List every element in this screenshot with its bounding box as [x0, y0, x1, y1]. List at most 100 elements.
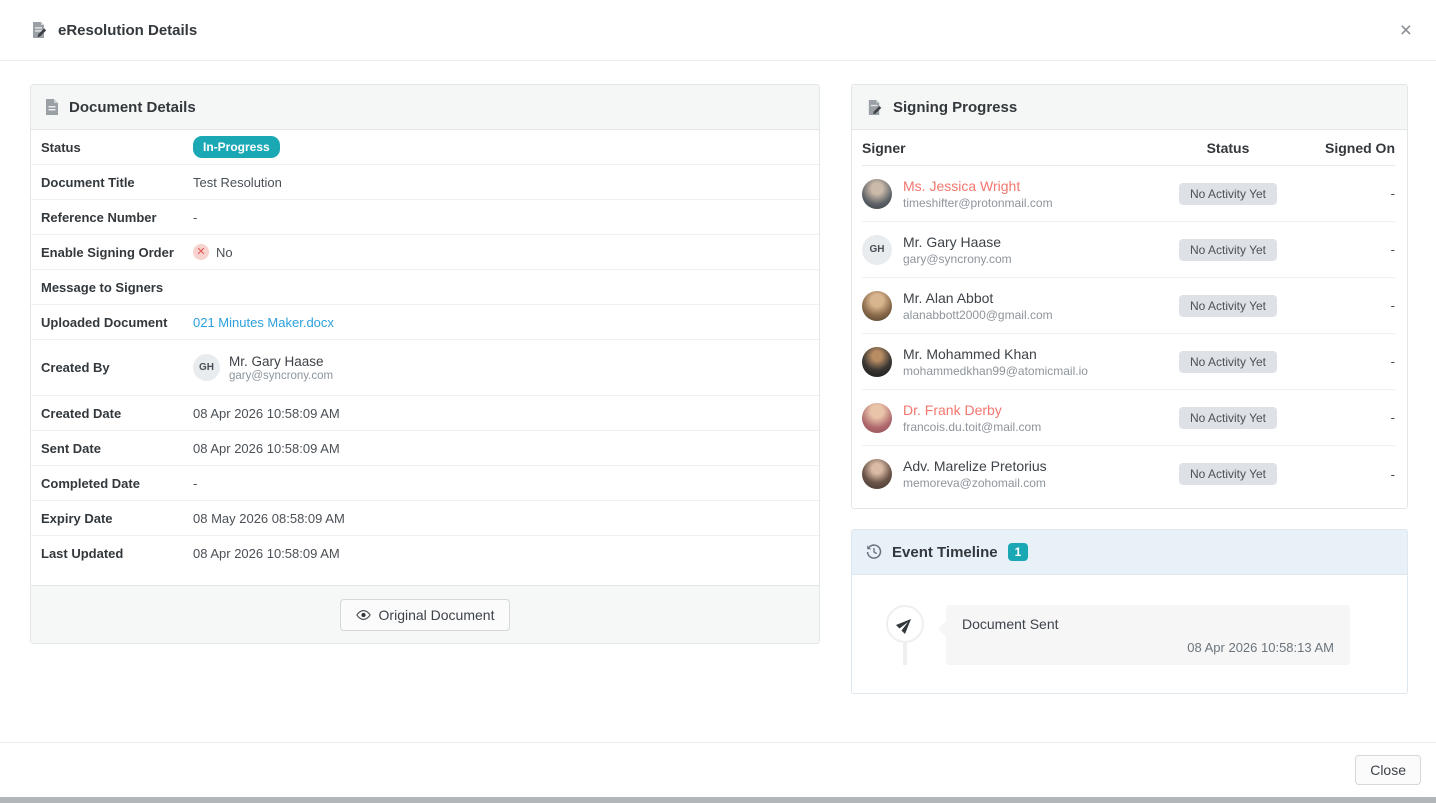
expiry-date-row: Expiry Date 08 May 2026 08:58:09 AM	[31, 501, 819, 536]
signing-progress-panel: Signing Progress Signer Status Signed On…	[851, 84, 1408, 509]
field-label: Enable Signing Order	[41, 245, 193, 260]
field-label: Uploaded Document	[41, 315, 193, 330]
reference-number-row: Reference Number -	[31, 200, 819, 235]
signed-on-value: -	[1313, 410, 1395, 425]
event-title: Document Sent	[962, 616, 1334, 632]
sent-date-row: Sent Date 08 Apr 2026 10:58:09 AM	[31, 431, 819, 466]
field-value: 08 Apr 2026 10:58:09 AM	[193, 441, 340, 456]
document-details-panel: Document Details Status In-Progress Docu…	[30, 84, 820, 742]
document-details-footer: Original Document	[31, 585, 819, 643]
uploaded-document-link[interactable]: 021 Minutes Maker.docx	[193, 315, 334, 330]
status-badge: No Activity Yet	[1179, 183, 1277, 205]
field-value: -	[193, 476, 197, 491]
signer-email: memoreva@zohomail.com	[903, 476, 1047, 490]
created-by-email: gary@syncrony.com	[229, 370, 333, 382]
modal-body: Document Details Status In-Progress Docu…	[0, 61, 1436, 742]
status-badge: No Activity Yet	[1179, 295, 1277, 317]
history-icon	[866, 544, 882, 560]
signer-name: Mr. Mohammed Khan	[903, 346, 1088, 362]
signed-on-value: -	[1313, 242, 1395, 257]
created-date-row: Created Date 08 Apr 2026 10:58:09 AM	[31, 396, 819, 431]
timeline-event-card: Document Sent 08 Apr 2026 10:58:13 AM	[946, 605, 1350, 665]
field-label: Status	[41, 140, 193, 155]
avatar	[862, 459, 892, 489]
status-badge: No Activity Yet	[1179, 407, 1277, 429]
column-signer: Signer	[862, 140, 1143, 156]
uploaded-document-row: Uploaded Document 021 Minutes Maker.docx	[31, 305, 819, 340]
completed-date-row: Completed Date -	[31, 466, 819, 501]
column-signed-on: Signed On	[1313, 140, 1395, 156]
panel-title: Event Timeline	[892, 544, 998, 561]
signer-row: Dr. Frank Derby francois.du.toit@mail.co…	[862, 390, 1395, 446]
field-label: Reference Number	[41, 210, 193, 225]
signer-name: Adv. Marelize Pretorius	[903, 458, 1047, 474]
created-by-row: Created By GH Mr. Gary Haase gary@syncro…	[31, 340, 819, 396]
signer-name: Mr. Alan Abbot	[903, 290, 1053, 306]
file-signature-icon	[30, 21, 48, 39]
signer-row: Mr. Mohammed Khan mohammedkhan99@atomicm…	[862, 334, 1395, 390]
panel-title: Signing Progress	[893, 99, 1017, 116]
close-icon[interactable]: ×	[1400, 20, 1412, 41]
signed-on-value: -	[1313, 298, 1395, 313]
paper-plane-icon	[886, 605, 924, 643]
event-timeline-body: Document Sent 08 Apr 2026 10:58:13 AM	[852, 575, 1407, 693]
file-signature-icon	[866, 99, 883, 116]
file-icon	[45, 99, 59, 115]
signer-email: alanabbott2000@gmail.com	[903, 308, 1053, 322]
field-label: Created By	[41, 360, 193, 375]
signers-table-header: Signer Status Signed On	[862, 130, 1395, 166]
right-column: Signing Progress Signer Status Signed On…	[851, 84, 1408, 742]
eye-icon	[356, 609, 371, 621]
event-timeline-header: Event Timeline 1	[852, 530, 1407, 575]
signer-row: Ms. Jessica Wright timeshifter@protonmai…	[862, 166, 1395, 222]
panel-title: Document Details	[69, 99, 196, 116]
document-details-rows: Status In-Progress Document Title Test R…	[31, 130, 819, 585]
signed-on-value: -	[1313, 354, 1395, 369]
field-label: Message to Signers	[41, 280, 193, 295]
signer-row: Mr. Alan Abbot alanabbott2000@gmail.com …	[862, 278, 1395, 334]
signer-email: francois.du.toit@mail.com	[903, 420, 1041, 434]
modal-header: eResolution Details ×	[0, 0, 1436, 61]
timeline-stem	[903, 643, 907, 665]
signer-email: mohammedkhan99@atomicmail.io	[903, 364, 1088, 378]
original-document-button[interactable]: Original Document	[340, 599, 511, 631]
status-badge: No Activity Yet	[1179, 351, 1277, 373]
field-label: Sent Date	[41, 441, 193, 456]
event-count-badge: 1	[1008, 543, 1029, 561]
original-document-label: Original Document	[379, 607, 495, 623]
status-badge: No Activity Yet	[1179, 463, 1277, 485]
field-value: No	[216, 245, 233, 260]
field-value: 08 May 2026 08:58:09 AM	[193, 511, 345, 526]
created-by-name: Mr. Gary Haase	[229, 354, 333, 369]
signed-on-value: -	[1313, 467, 1395, 482]
field-value: -	[193, 210, 197, 225]
signer-name: Mr. Gary Haase	[903, 234, 1012, 250]
signed-on-value: -	[1313, 186, 1395, 201]
enable-signing-order-row: Enable Signing Order ✕ No	[31, 235, 819, 270]
field-value: 08 Apr 2026 10:58:09 AM	[193, 406, 340, 421]
field-label: Completed Date	[41, 476, 193, 491]
signer-email: gary@syncrony.com	[903, 252, 1012, 266]
event-timeline-panel: Event Timeline 1 Document Sent	[851, 529, 1408, 694]
timeline-event: Document Sent 08 Apr 2026 10:58:13 AM	[886, 605, 1381, 665]
avatar	[862, 347, 892, 377]
document-title-row: Document Title Test Resolution	[31, 165, 819, 200]
avatar	[862, 179, 892, 209]
modal-footer: Close	[0, 742, 1436, 797]
field-label: Created Date	[41, 406, 193, 421]
status-badge: No Activity Yet	[1179, 239, 1277, 261]
field-label: Expiry Date	[41, 511, 193, 526]
page-edge	[0, 797, 1436, 803]
signing-progress-header: Signing Progress	[852, 85, 1407, 130]
message-to-signers-row: Message to Signers	[31, 270, 819, 305]
field-value: 08 Apr 2026 10:58:09 AM	[193, 546, 340, 561]
last-updated-row: Last Updated 08 Apr 2026 10:58:09 AM	[31, 536, 819, 571]
signers-table: Signer Status Signed On Ms. Jessica Wrig…	[852, 130, 1407, 508]
signer-row: GH Mr. Gary Haase gary@syncrony.com No A…	[862, 222, 1395, 278]
status-badge: In-Progress	[193, 136, 280, 158]
signer-name: Dr. Frank Derby	[903, 402, 1041, 418]
close-button[interactable]: Close	[1355, 755, 1421, 785]
field-value: Test Resolution	[193, 175, 282, 190]
avatar	[862, 291, 892, 321]
document-details-header: Document Details	[31, 85, 819, 130]
